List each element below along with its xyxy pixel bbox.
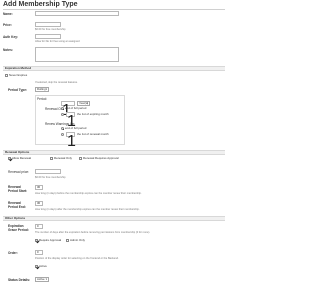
order-label: Order:: [8, 251, 18, 255]
title-divider: [3, 9, 225, 10]
never-expires-label: Never Expires: [9, 73, 28, 77]
renewal-only-checkbox[interactable]: [50, 157, 53, 160]
renew-day-radio[interactable]: [61, 113, 64, 116]
warn-end-of-period-label: end of full period: [65, 126, 87, 130]
order-input[interactable]: 0: [35, 250, 43, 255]
expiration-section-header: Expiration Method: [3, 66, 225, 71]
never-expires-checkbox[interactable]: [5, 74, 8, 77]
renewal-price-help: $0.00 for free membership: [35, 176, 66, 179]
price-help: $0.00 for free membership: [35, 28, 66, 31]
renew-end-of-period-label: end of full period: [65, 106, 87, 110]
active-checkbox[interactable]: [35, 265, 38, 268]
grace-period-help: The number of days after the expiration …: [35, 231, 151, 234]
renew-day-label: the 1st of expiring month: [77, 112, 109, 116]
code-label: Auth Key:: [3, 35, 19, 39]
admin-only-label: Admin Only: [70, 238, 85, 242]
renewal-requires-approval-checkbox[interactable]: [79, 157, 82, 160]
warn-end-of-period-radio[interactable]: [61, 127, 64, 130]
renewal-period-end-label: Renewal Period End:: [8, 201, 26, 209]
grace-period-input[interactable]: 0: [35, 224, 43, 229]
renewal-period-start-input[interactable]: 30: [35, 185, 43, 190]
renewal-requires-approval-label: Renewal Requires Approval: [83, 156, 119, 160]
renew-day-input[interactable]: 1: [66, 112, 76, 130]
warn-day-input[interactable]: 1: [66, 132, 76, 150]
renewal-period-end-input[interactable]: 30: [35, 201, 43, 206]
renewal-price-label: Renewal price:: [8, 170, 30, 174]
admin-only-checkbox[interactable]: [66, 239, 69, 242]
status-details-select[interactable]: Active: [35, 277, 49, 282]
period-type-select[interactable]: Rolling: [35, 87, 49, 92]
require-approval-label: Require Approval: [39, 238, 62, 242]
order-help: Position of the display order for select…: [35, 257, 119, 260]
code-help: Allow for file for free using an assigne…: [35, 40, 80, 43]
price-input[interactable]: [35, 22, 61, 27]
warn-day-label: the 1st of renewal month: [77, 132, 109, 136]
name-input[interactable]: [35, 11, 119, 16]
code-input[interactable]: [35, 34, 61, 39]
renewal-only-label: Renewal Only: [54, 156, 72, 160]
price-label: Price:: [3, 23, 12, 27]
allow-renewal-label: Allow Renewal: [12, 156, 31, 160]
active-label: Active: [39, 264, 47, 268]
period-type-label: Period Type:: [8, 88, 28, 92]
period-label: Period:: [37, 97, 48, 101]
notes-textarea[interactable]: [35, 47, 119, 62]
allow-renewal-checkbox[interactable]: [8, 157, 11, 160]
status-details-label: Status Details:: [8, 278, 31, 282]
other-section-header: Other Options: [3, 216, 225, 221]
never-expires-help: If selected, skip the renewal features.: [35, 81, 78, 84]
renewal-section-header: Renewal Options: [3, 150, 225, 155]
renew-end-of-period-radio[interactable]: [61, 107, 64, 110]
name-label: Name:: [3, 12, 13, 16]
renewal-period-start-help: How long (in days) before the membership…: [35, 192, 142, 195]
renewal-period-start-label: Renewal Period Start:: [8, 185, 28, 193]
renewal-period-end-help: How long (in days) after the membership …: [35, 208, 140, 211]
require-approval-checkbox[interactable]: [35, 239, 38, 242]
warn-day-radio[interactable]: [61, 133, 64, 136]
grace-period-label: Expiration Grace Period:: [8, 224, 29, 232]
notes-label: Notes:: [3, 48, 13, 52]
page-title: Add Membership Type: [3, 1, 78, 8]
renewal-price-input[interactable]: [35, 169, 61, 174]
